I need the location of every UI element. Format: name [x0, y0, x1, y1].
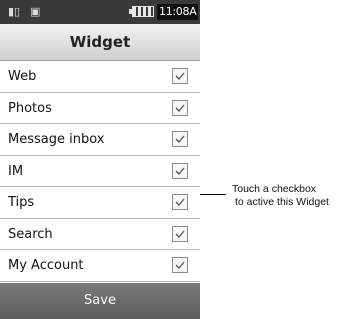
- checkmark-icon: [175, 104, 185, 112]
- page-title: Widget: [0, 24, 200, 61]
- widget-checkbox[interactable]: [172, 68, 188, 84]
- widget-row-tips[interactable]: Tips: [0, 187, 200, 219]
- widget-checkbox[interactable]: [172, 225, 188, 242]
- save-button[interactable]: Save: [0, 283, 200, 319]
- message-icon: ▣: [30, 5, 41, 18]
- checkmark-icon: [175, 230, 185, 238]
- widget-label: IM: [8, 163, 24, 179]
- widget-label: Message inbox: [8, 132, 105, 147]
- checkmark-icon: [175, 135, 185, 143]
- checkmark-icon: [175, 198, 185, 206]
- widget-checkbox[interactable]: [172, 162, 188, 179]
- phone-screen: ▮▯ ▣ 11:08A Widget Web Photos Message in…: [0, 0, 200, 319]
- status-bar: ▮▯ ▣ 11:08A: [0, 0, 200, 24]
- signal-icon: ▮▯: [8, 5, 21, 18]
- widget-label: Tips: [8, 195, 35, 210]
- widget-checkbox[interactable]: [172, 257, 188, 273]
- widget-row-message-inbox[interactable]: Message inbox: [0, 124, 200, 156]
- checkmark-icon: [175, 167, 185, 175]
- widget-label: My Account: [8, 258, 84, 273]
- callout-line-2: to active this Widget: [235, 196, 329, 208]
- widget-row-my-account[interactable]: My Account: [0, 250, 200, 282]
- callout-annotation: Touch a checkbox to active this Widget: [232, 183, 329, 209]
- widget-row-photos[interactable]: Photos: [0, 92, 200, 124]
- checkmark-icon: [175, 72, 185, 80]
- widget-list: Web Photos Message inbox IM Tips Search …: [0, 61, 200, 282]
- callout-leader-line: [200, 194, 226, 195]
- widget-checkbox[interactable]: [172, 131, 188, 147]
- widget-label: Search: [8, 226, 53, 242]
- clock: 11:08A: [157, 4, 199, 20]
- widget-row-web[interactable]: Web: [0, 61, 200, 93]
- widget-checkbox[interactable]: [172, 194, 188, 210]
- checkmark-icon: [175, 261, 185, 269]
- widget-row-im[interactable]: IM: [0, 155, 200, 187]
- widget-label: Web: [8, 69, 37, 84]
- widget-label: Photos: [8, 100, 52, 116]
- callout-line-1: Touch a checkbox: [232, 183, 317, 195]
- battery-icon: [129, 6, 154, 17]
- widget-checkbox[interactable]: [172, 99, 188, 116]
- widget-row-search[interactable]: Search: [0, 218, 200, 250]
